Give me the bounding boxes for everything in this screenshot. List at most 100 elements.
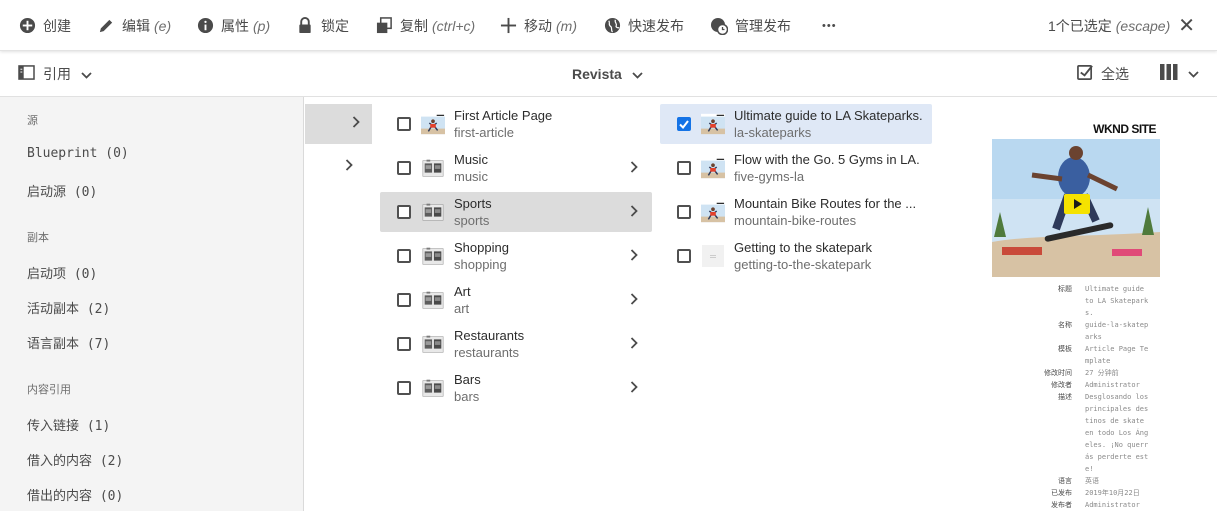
close-selection-icon[interactable]: ✕ bbox=[1178, 16, 1195, 36]
column-view-icon bbox=[1160, 63, 1178, 85]
metadata-key: 模板 bbox=[1058, 345, 1072, 353]
properties-shortcut: (p) bbox=[253, 17, 271, 34]
copy-button[interactable]: 复制 (ctrl+c) bbox=[375, 0, 475, 51]
select-all-label: 全选 bbox=[1101, 66, 1129, 82]
create-label: 创建 bbox=[43, 17, 71, 34]
rail-item-lent-content[interactable]: 借出的内容 (0) bbox=[27, 485, 123, 504]
column1-row[interactable] bbox=[345, 158, 353, 176]
more-actions-button[interactable]: ••• bbox=[822, 0, 837, 51]
properties-label: 属性 bbox=[221, 17, 249, 34]
column2-row-shopping[interactable]: Shopping shopping bbox=[380, 236, 652, 276]
page-thumbnail bbox=[701, 112, 725, 136]
column3-row-getting-to-the-skatepark[interactable]: Getting to the skatepark getting-to-the-s… bbox=[660, 236, 932, 276]
column2-row-music[interactable]: Music music bbox=[380, 148, 652, 188]
rail-section-title: 副本 bbox=[27, 231, 49, 244]
row-name: la-skateparks bbox=[734, 125, 812, 140]
column3-row-la-skateparks[interactable]: Ultimate guide to LA Skateparks. la-skate… bbox=[660, 104, 932, 144]
page-thumbnail bbox=[701, 156, 725, 180]
row-name: mountain-bike-routes bbox=[734, 213, 857, 228]
row-name: shopping bbox=[454, 257, 507, 272]
chevron-down-icon bbox=[1188, 65, 1199, 83]
metadata-row: 修改时间 27 分钟前 bbox=[1040, 367, 1165, 379]
column2-row-restaurants[interactable]: Restaurants restaurants bbox=[380, 324, 652, 364]
row-title: Restaurants bbox=[454, 328, 525, 343]
references-rail: 源 Blueprint (0) 启动源 (0) 副本 启动项 (0) 活动副本 … bbox=[0, 97, 304, 511]
chevron-down-icon bbox=[81, 66, 92, 82]
page-thumbnail bbox=[421, 376, 445, 400]
chevron-right-icon bbox=[630, 248, 638, 266]
selection-shortcut: (escape) bbox=[1115, 17, 1171, 34]
row-name: sports bbox=[454, 213, 490, 228]
column2-row-sports[interactable]: Sports sports bbox=[380, 192, 652, 232]
rail-item-blueprint[interactable]: Blueprint (0) bbox=[27, 146, 129, 161]
column1-active-row[interactable] bbox=[305, 104, 372, 144]
preview-brand: WKND SITE bbox=[1093, 122, 1156, 136]
row-checkbox[interactable] bbox=[677, 161, 691, 175]
row-checkbox[interactable] bbox=[677, 117, 691, 131]
lock-label: 锁定 bbox=[321, 17, 349, 34]
row-checkbox[interactable] bbox=[397, 205, 411, 219]
metadata-row: 发布者 Administrator bbox=[1040, 499, 1165, 511]
metadata-value: Desglosando los principales destinos de … bbox=[1085, 393, 1149, 473]
column3-row-mountain-bike-routes[interactable]: Mountain Bike Routes for the ... mountain… bbox=[660, 192, 932, 232]
manage-publication-button[interactable]: 管理发布 bbox=[710, 0, 791, 51]
preview-image bbox=[992, 117, 1160, 277]
chevron-right-icon bbox=[630, 292, 638, 310]
view-switcher[interactable] bbox=[1160, 51, 1199, 97]
rail-item-incoming-links[interactable]: 传入链接 (1) bbox=[27, 415, 110, 434]
row-name: first-article bbox=[454, 125, 514, 140]
metadata-key: 修改时间 bbox=[1044, 369, 1072, 377]
metadata-key: 修改者 bbox=[1051, 381, 1072, 389]
row-checkbox[interactable] bbox=[397, 293, 411, 307]
column2-row-art[interactable]: Art art bbox=[380, 280, 652, 320]
page-thumbnail bbox=[421, 156, 445, 180]
action-bar: 创建 编辑 (e) 属性 (p) 锁定 复制 (ctrl+c) 移动 (m) 快速发布 … bbox=[0, 0, 1217, 51]
rail-item-borrowed-content[interactable]: 借入的内容 (2) bbox=[27, 450, 123, 469]
move-button[interactable]: 移动 (m) bbox=[499, 0, 577, 51]
row-checkbox[interactable] bbox=[677, 205, 691, 219]
row-checkbox[interactable] bbox=[397, 381, 411, 395]
breadcrumb[interactable]: Revista bbox=[572, 51, 643, 97]
metadata-row: 标题 Ultimate guide to LA Skateparks. bbox=[1040, 283, 1165, 319]
chevron-right-icon bbox=[630, 380, 638, 398]
copy-label: 复制 bbox=[400, 17, 428, 34]
rail-item-language-copies[interactable]: 语言副本 (7) bbox=[27, 333, 110, 352]
metadata-value: guide-la-skateparks bbox=[1085, 321, 1149, 341]
properties-button[interactable]: 属性 (p) bbox=[196, 0, 270, 51]
row-checkbox[interactable] bbox=[397, 337, 411, 351]
rail-toggle-button[interactable]: 引用 bbox=[18, 51, 92, 97]
rail-item-launches[interactable]: 启动项 (0) bbox=[27, 263, 97, 282]
row-checkbox[interactable] bbox=[397, 249, 411, 263]
column2-row-bars[interactable]: Bars bars bbox=[380, 368, 652, 408]
selection-count: 1个已选定 bbox=[1047, 17, 1112, 34]
column3-row-five-gyms-la[interactable]: Flow with the Go. 5 Gyms in LA. five-gyms… bbox=[660, 148, 932, 188]
metadata-value: Administrator bbox=[1085, 501, 1140, 509]
rail-item-launch-source[interactable]: 启动源 (0) bbox=[27, 181, 97, 200]
metadata-row: 描述 Desglosando los principales destinos d… bbox=[1040, 391, 1165, 475]
row-title: Getting to the skatepark bbox=[734, 240, 873, 255]
select-all-button[interactable]: 全选 bbox=[1077, 51, 1129, 97]
metadata-key: 标题 bbox=[1058, 285, 1072, 293]
chevron-right-icon bbox=[352, 115, 360, 133]
metadata-value: 英语 bbox=[1085, 477, 1099, 485]
create-button[interactable]: 创建 bbox=[18, 0, 71, 51]
more-label: ••• bbox=[822, 19, 837, 32]
row-checkbox[interactable] bbox=[677, 249, 691, 263]
quick-publish-button[interactable]: 快速发布 bbox=[603, 0, 684, 51]
row-name: getting-to-the-skatepark bbox=[734, 257, 872, 272]
column2-row-first-article[interactable]: First Article Page first-article bbox=[380, 104, 652, 144]
chevron-right-icon bbox=[630, 160, 638, 178]
lock-button[interactable]: 锁定 bbox=[296, 0, 349, 51]
metadata-value: Ultimate guide to LA Skateparks. bbox=[1085, 285, 1149, 317]
row-title: Bars bbox=[454, 372, 481, 387]
row-checkbox[interactable] bbox=[397, 161, 411, 175]
edit-button[interactable]: 编辑 (e) bbox=[97, 0, 171, 51]
breadcrumb-label: Revista bbox=[572, 66, 622, 82]
metadata-value: 2019年10月22日 bbox=[1085, 489, 1140, 497]
rail-item-live-copies[interactable]: 活动副本 (2) bbox=[27, 298, 110, 317]
edit-label: 编辑 bbox=[122, 17, 150, 34]
selection-info: 1个已选定 (escape) ✕ bbox=[1048, 0, 1195, 51]
row-title: Flow with the Go. 5 Gyms in LA. bbox=[734, 152, 920, 167]
row-checkbox[interactable] bbox=[397, 117, 411, 131]
rail-section-title: 内容引用 bbox=[27, 383, 71, 396]
